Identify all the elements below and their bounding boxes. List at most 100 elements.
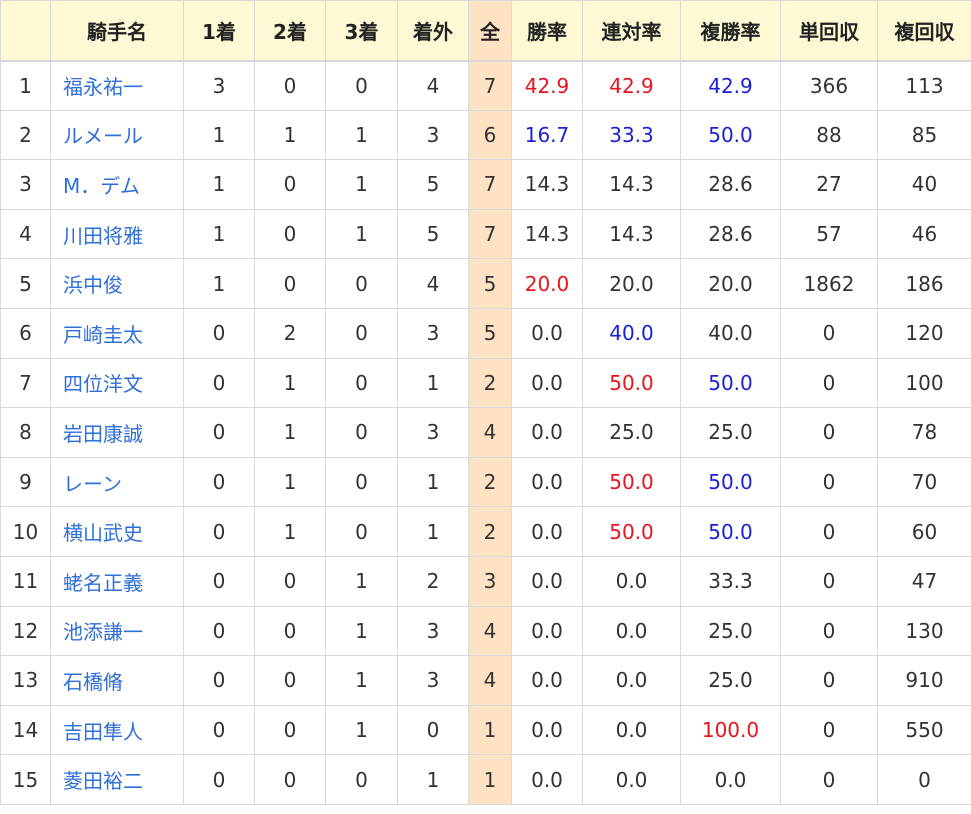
jockey-name-link[interactable]: 岩田康誠 [63, 422, 143, 446]
jockey-name-link[interactable]: レーン [63, 472, 122, 496]
jockey-name-cell: 菱田裕二 [50, 754, 184, 805]
table-row: 2 ルメール 1 1 1 3 6 16.7 33.3 50.0 88 85 [0, 109, 971, 161]
quinella-rate-cell: 33.3 [582, 109, 681, 161]
total-count-cell: 7 [468, 159, 512, 210]
first-count-cell: 1 [183, 109, 255, 161]
jockey-name-link[interactable]: 川田将雅 [63, 224, 143, 248]
jockey-name-cell: 蛯名正義 [50, 555, 184, 607]
out-count-cell: 4 [397, 60, 469, 111]
out-count-cell: 1 [397, 456, 469, 508]
jockey-name-cell: 浜中俊 [50, 258, 184, 309]
show-rate-cell: 50.0 [680, 506, 781, 557]
quinella-rate-cell: 14.3 [582, 159, 681, 210]
rank-cell: 10 [0, 506, 51, 557]
header-win-rate[interactable]: 勝率 [511, 0, 583, 62]
out-count-cell: 0 [397, 704, 469, 756]
quinella-rate-cell: 50.0 [582, 357, 681, 409]
jockey-name-link[interactable]: ルメール [63, 124, 143, 148]
header-second[interactable]: 2着 [254, 0, 326, 62]
rank-cell: 1 [0, 60, 51, 111]
out-count-cell: 2 [397, 555, 469, 607]
jockey-name-cell: 横山武史 [50, 506, 184, 557]
first-count-cell: 0 [183, 407, 255, 458]
win-rate-cell: 0.0 [511, 407, 583, 458]
show-return-cell: 130 [877, 605, 971, 657]
show-rate-cell: 28.6 [680, 159, 781, 210]
header-quinella-rate[interactable]: 連対率 [582, 0, 681, 62]
header-win-return[interactable]: 単回収 [780, 0, 878, 62]
total-count-cell: 4 [468, 605, 512, 657]
table-row: 13 石橋脩 0 0 1 3 4 0.0 0.0 25.0 0 910 [0, 655, 971, 706]
first-count-cell: 0 [183, 456, 255, 508]
second-count-cell: 0 [254, 754, 326, 805]
jockey-name-link[interactable]: 浜中俊 [63, 273, 123, 297]
rank-cell: 9 [0, 456, 51, 508]
table-row: 7 四位洋文 0 1 0 1 2 0.0 50.0 50.0 0 100 [0, 357, 971, 409]
second-count-cell: 1 [254, 109, 326, 161]
header-total[interactable]: 全 [468, 0, 512, 62]
jockey-name-link[interactable]: 池添謙一 [63, 620, 143, 644]
jockey-name-link[interactable]: 吉田隼人 [63, 720, 143, 744]
third-count-cell: 1 [325, 555, 398, 607]
jockey-name-cell: 石橋脩 [50, 655, 184, 706]
header-out[interactable]: 着外 [397, 0, 469, 62]
header-show-rate[interactable]: 複勝率 [680, 0, 781, 62]
table-row: 12 池添謙一 0 0 1 3 4 0.0 0.0 25.0 0 130 [0, 605, 971, 657]
show-rate-cell: 0.0 [680, 754, 781, 805]
jockey-name-link[interactable]: 横山武史 [63, 521, 143, 545]
show-rate-cell: 50.0 [680, 357, 781, 409]
jockey-name-link[interactable]: 菱田裕二 [63, 769, 143, 793]
third-count-cell: 1 [325, 655, 398, 706]
jockey-name-cell: 吉田隼人 [50, 704, 184, 756]
win-rate-cell: 20.0 [511, 258, 583, 309]
out-count-cell: 1 [397, 506, 469, 557]
win-return-cell: 0 [780, 754, 878, 805]
second-count-cell: 0 [254, 655, 326, 706]
header-first[interactable]: 1着 [183, 0, 255, 62]
header-third[interactable]: 3着 [325, 0, 398, 62]
win-return-cell: 0 [780, 605, 878, 657]
table-row: 3 M．デム 1 0 1 5 7 14.3 14.3 28.6 27 40 [0, 159, 971, 210]
rank-cell: 13 [0, 655, 51, 706]
win-return-cell: 0 [780, 407, 878, 458]
jockey-stats-table: 騎手名 1着 2着 3着 着外 全 勝率 連対率 複勝率 単回収 複回収 1 福永… [0, 0, 971, 805]
win-return-cell: 27 [780, 159, 878, 210]
jockey-name-cell: 岩田康誠 [50, 407, 184, 458]
first-count-cell: 0 [183, 307, 255, 359]
rank-cell: 2 [0, 109, 51, 161]
show-return-cell: 60 [877, 506, 971, 557]
out-count-cell: 1 [397, 357, 469, 409]
total-count-cell: 5 [468, 258, 512, 309]
quinella-rate-cell: 0.0 [582, 655, 681, 706]
third-count-cell: 1 [325, 605, 398, 657]
second-count-cell: 0 [254, 258, 326, 309]
jockey-name-cell: レーン [50, 456, 184, 508]
show-return-cell: 0 [877, 754, 971, 805]
jockey-name-link[interactable]: 蛯名正義 [63, 571, 143, 595]
jockey-name-link[interactable]: 四位洋文 [63, 372, 143, 396]
jockey-name-link[interactable]: M．デム [63, 174, 140, 198]
show-return-cell: 85 [877, 109, 971, 161]
out-count-cell: 3 [397, 307, 469, 359]
win-rate-cell: 16.7 [511, 109, 583, 161]
header-jockey-name[interactable]: 騎手名 [50, 0, 184, 62]
jockey-name-link[interactable]: 石橋脩 [63, 670, 123, 694]
header-show-return[interactable]: 複回収 [877, 0, 971, 62]
win-rate-cell: 0.0 [511, 605, 583, 657]
win-return-cell: 57 [780, 208, 878, 260]
show-return-cell: 120 [877, 307, 971, 359]
third-count-cell: 0 [325, 60, 398, 111]
jockey-name-link[interactable]: 福永祐一 [63, 75, 143, 99]
total-count-cell: 1 [468, 754, 512, 805]
quinella-rate-cell: 25.0 [582, 407, 681, 458]
out-count-cell: 3 [397, 407, 469, 458]
out-count-cell: 3 [397, 605, 469, 657]
jockey-name-cell: 戸崎圭太 [50, 307, 184, 359]
win-return-cell: 366 [780, 60, 878, 111]
third-count-cell: 0 [325, 258, 398, 309]
jockey-name-link[interactable]: 戸崎圭太 [63, 323, 143, 347]
first-count-cell: 0 [183, 655, 255, 706]
table-row: 4 川田将雅 1 0 1 5 7 14.3 14.3 28.6 57 46 [0, 208, 971, 260]
win-rate-cell: 0.0 [511, 456, 583, 508]
table-row: 8 岩田康誠 0 1 0 3 4 0.0 25.0 25.0 0 78 [0, 407, 971, 458]
